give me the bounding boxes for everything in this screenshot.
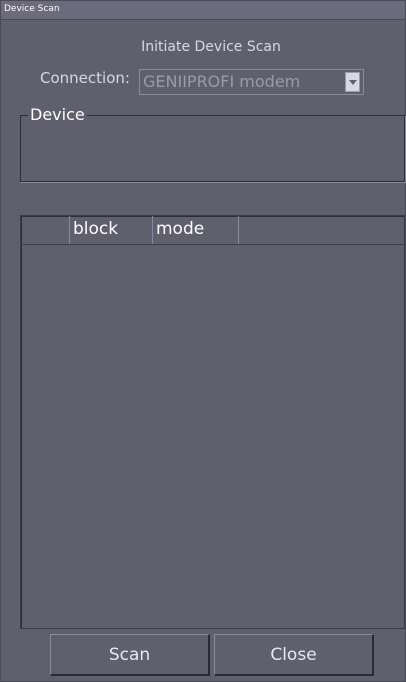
connection-label: Connection: — [40, 69, 130, 87]
connection-select[interactable]: GENIIPROFI modem — [139, 69, 364, 95]
device-table[interactable]: block mode — [20, 215, 405, 629]
table-header: block mode — [21, 216, 404, 245]
connection-value: GENIIPROFI modem — [143, 72, 301, 91]
close-button[interactable]: Close — [214, 634, 374, 676]
device-group-box — [20, 115, 405, 182]
column-header-mode[interactable]: mode — [153, 216, 239, 244]
column-header-blank[interactable] — [21, 216, 70, 244]
dropdown-arrow-icon[interactable] — [345, 72, 360, 92]
scan-button[interactable]: Scan — [50, 634, 210, 676]
column-header-block[interactable]: block — [70, 216, 153, 244]
device-scan-window: Device Scan Initiate Device Scan Connect… — [0, 0, 406, 682]
title-bar: Device Scan — [1, 1, 405, 20]
scan-subtitle: Initiate Device Scan — [141, 39, 281, 55]
device-group-legend: Device — [28, 105, 87, 124]
window-title: Device Scan — [4, 4, 60, 14]
